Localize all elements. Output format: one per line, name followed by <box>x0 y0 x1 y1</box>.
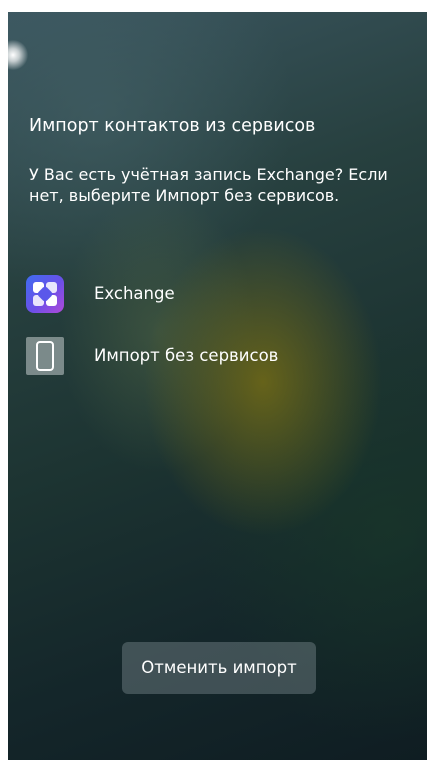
phone-device-icon <box>26 337 64 375</box>
light-glow <box>8 40 28 70</box>
option-exchange[interactable]: Exchange <box>8 270 427 320</box>
dialog-title: Импорт контактов из сервисов <box>29 116 316 136</box>
cancel-import-label: Отменить импорт <box>141 658 297 677</box>
cancel-import-button[interactable]: Отменить импорт <box>122 642 316 694</box>
option-import-without-services-label: Импорт без сервисов <box>94 346 279 365</box>
import-dialog-screen: Импорт контактов из сервисов У Вас есть … <box>8 12 427 760</box>
exchange-app-icon <box>26 275 64 313</box>
option-import-without-services[interactable]: Импорт без сервисов <box>8 332 427 382</box>
option-exchange-label: Exchange <box>94 284 175 303</box>
dialog-message: У Вас есть учётная запись Exchange? Если… <box>29 165 388 205</box>
